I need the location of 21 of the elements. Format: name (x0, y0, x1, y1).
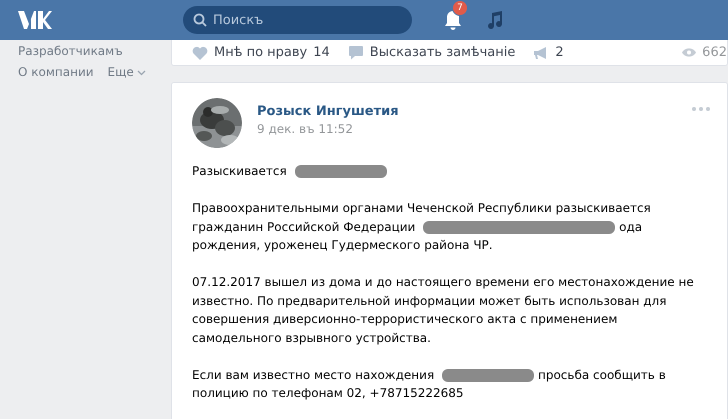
sidebar-link[interactable]: Разработчикамъ (18, 44, 171, 59)
post-paragraph: Правоохранительными органами Чеченской Республики разыскивается гражданин Российской Федерации ода рождения, уроженец Гудермеского района ЧР. (192, 200, 652, 254)
search-field[interactable]: Поискъ (183, 6, 412, 34)
comment-action[interactable]: Высказать замѣчаніе (348, 45, 516, 60)
share-action[interactable]: 2 (533, 45, 564, 60)
like-action[interactable]: Мнѣ по нраву 14 (192, 45, 330, 60)
caret-icon (136, 70, 146, 76)
sidebar-link[interactable]: О компании (18, 65, 94, 80)
eye-icon (681, 47, 698, 58)
bell-icon[interactable] (442, 9, 464, 31)
heart-icon (192, 46, 208, 60)
post-paragraph: Если вам известно место нахождения просьба сообщить в полицию по телефонам 02, +78715222685 (192, 366, 667, 402)
views-count: 662 (702, 45, 727, 60)
logo-icon[interactable] (18, 10, 52, 30)
post-paragraph: Разыскивается (192, 162, 707, 180)
music-note-icon[interactable] (486, 10, 504, 30)
author-link[interactable]: Розыск Ингушетия (257, 104, 399, 119)
more-menu-link[interactable]: Еще (108, 65, 146, 80)
post-paragraph: 07.12.2017 вышел из дома и до настоящего времени его местонахождение не известно. По предварительной информации может быть использован для совершения диверсионно-террористического акта с применением самодельного взрывного устройства. (192, 274, 695, 346)
speech-bubble-icon (348, 45, 364, 60)
notification-badge: 7 (452, 0, 468, 16)
